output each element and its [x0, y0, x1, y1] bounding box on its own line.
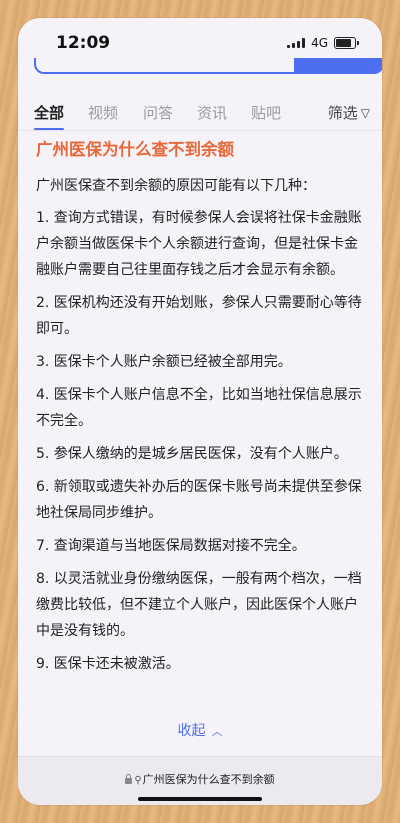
filter-label: 筛选: [327, 104, 358, 122]
answer-title[interactable]: 广州医保为什么查不到余额: [36, 138, 366, 162]
status-time: 12:09: [56, 33, 111, 53]
reason-item: 6. 新领取或遗失补办后的医保卡账号尚未提供至参保地社保局同步维护。: [36, 479, 362, 521]
home-indicator[interactable]: [138, 797, 262, 801]
tab-news[interactable]: 资讯: [197, 102, 227, 123]
signal-icon: [287, 38, 306, 48]
reason-item: 2. 医保机构还没有开始划账，参保人只需要耐心等待即可。: [36, 295, 362, 337]
search-button[interactable]: [294, 58, 382, 72]
reason-item: 3. 医保卡个人账户余额已经被全部用完。: [36, 354, 292, 370]
reason-item: 4. 医保卡个人账户信息不全，比如当地社保信息展示不完全。: [36, 387, 362, 429]
address-query: 广州医保为什么查不到余额: [142, 773, 275, 786]
address-text-row: ⚲广州医保为什么查不到余额: [18, 771, 382, 787]
tab-video[interactable]: 视频: [88, 102, 118, 123]
filter-button[interactable]: 筛选 ▽: [321, 102, 370, 123]
search-icon: ⚲: [134, 775, 142, 786]
phone-screen: 12:09 4G 全部 视频 问答 资讯 贴吧 筛选 ▽ 广州医保为什么查不到余…: [18, 18, 382, 805]
chevron-up-icon: ︿: [211, 725, 223, 738]
collapse-label: 收起: [177, 723, 206, 739]
reason-item: 9. 医保卡还未被激活。: [36, 656, 180, 672]
answer-intro: 广州医保查不到余额的原因可能有以下几种：: [36, 178, 316, 194]
search-box[interactable]: [34, 58, 382, 74]
search-tabs: 全部 视频 问答 资讯 贴吧 筛选 ▽: [18, 96, 382, 131]
tab-qa[interactable]: 问答: [143, 102, 173, 123]
battery-icon: [334, 37, 359, 49]
lock-icon: [125, 774, 133, 784]
reason-item: 8. 以灵活就业身份缴纳医保，一般有两个档次，一档缴费比较低，但不建立个人账户，…: [36, 571, 362, 639]
collapse-button[interactable]: 收起 ︿: [18, 720, 382, 740]
tab-all[interactable]: 全部: [34, 102, 64, 123]
answer-card: 广州医保为什么查不到余额 广州医保查不到余额的原因可能有以下几种： 1. 查询方…: [36, 136, 366, 677]
reason-item: 5. 参保人缴纳的是城乡居民医保，没有个人账户。: [36, 446, 348, 462]
tabs-divider: [18, 130, 382, 131]
funnel-icon: ▽: [360, 105, 370, 120]
reason-item: 7. 查询渠道与当地医保局数据对接不完全。: [36, 538, 306, 554]
network-type: 4G: [311, 36, 328, 50]
reason-item: 1. 查询方式错误，有时候参保人会误将社保卡金融账户余额当做医保卡个人余额进行查…: [36, 210, 362, 278]
status-icons: 4G: [287, 36, 359, 50]
tab-tieba[interactable]: 贴吧: [251, 102, 281, 123]
